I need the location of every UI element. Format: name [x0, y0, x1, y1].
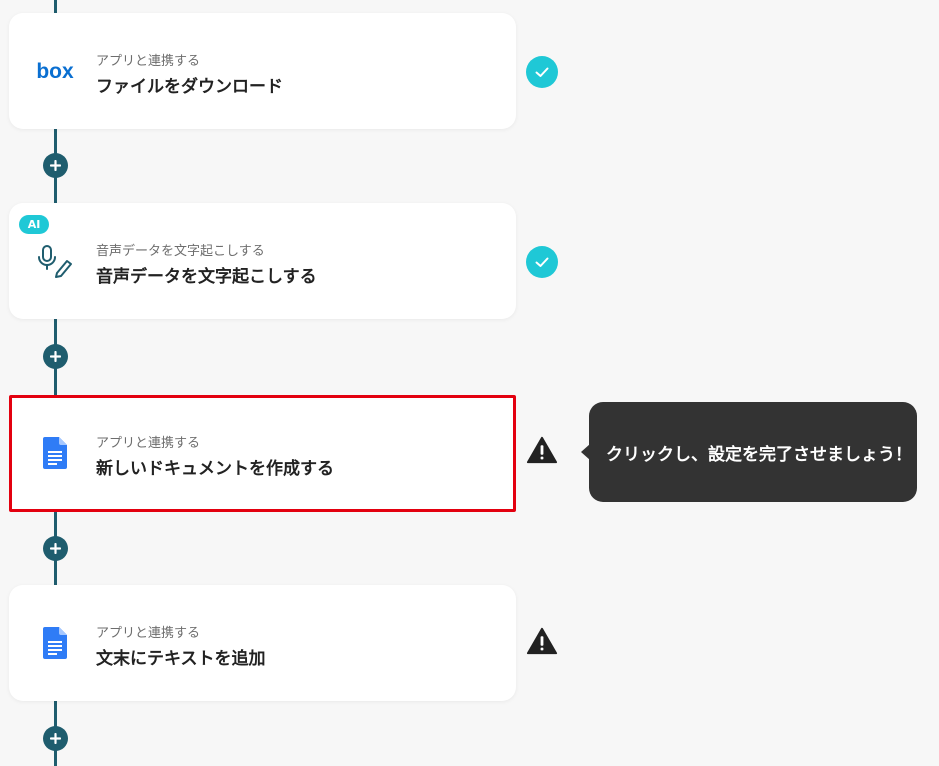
- tooltip-text: クリックし、設定を完了させましょう！: [606, 444, 912, 465]
- google-docs-icon: [35, 625, 75, 661]
- step-subtitle: アプリと連携する: [96, 54, 201, 69]
- add-step-button[interactable]: [43, 726, 68, 751]
- completed-check-icon: [526, 246, 558, 278]
- mic-pen-icon: [35, 243, 75, 279]
- svg-text:box: box: [36, 60, 74, 82]
- step-title: 新しいドキュメントを作成する: [96, 459, 334, 479]
- flow-step-append-text[interactable]: アプリと連携する 文末にテキストを追加: [9, 585, 516, 701]
- completed-check-icon: [526, 56, 558, 88]
- flow-step-transcribe-audio[interactable]: AI 音声データを文字起こしする 音声データを文字起こしする: [9, 203, 516, 319]
- google-docs-icon: [35, 435, 75, 471]
- flow-step-create-document[interactable]: アプリと連携する 新しいドキュメントを作成する: [9, 395, 516, 512]
- warning-icon: [526, 434, 558, 466]
- step-subtitle: アプリと連携する: [96, 626, 201, 641]
- step-title: 音声データを文字起こしする: [96, 267, 317, 287]
- step-subtitle: アプリと連携する: [96, 436, 201, 451]
- ai-badge: AI: [19, 215, 49, 234]
- flow-step-download-file[interactable]: box アプリと連携する ファイルをダウンロード: [9, 13, 516, 129]
- step-title: ファイルをダウンロード: [96, 77, 283, 97]
- plus-icon: [50, 351, 61, 362]
- warning-icon: [526, 625, 558, 657]
- setup-tooltip: クリックし、設定を完了させましょう！: [589, 402, 917, 502]
- add-step-button[interactable]: [43, 344, 68, 369]
- box-logo: box: [35, 53, 75, 89]
- plus-icon: [50, 543, 61, 554]
- step-title: 文末にテキストを追加: [96, 649, 266, 669]
- plus-icon: [50, 733, 61, 744]
- step-subtitle: 音声データを文字起こしする: [96, 244, 265, 259]
- plus-icon: [50, 160, 61, 171]
- add-step-button[interactable]: [43, 536, 68, 561]
- add-step-button[interactable]: [43, 153, 68, 178]
